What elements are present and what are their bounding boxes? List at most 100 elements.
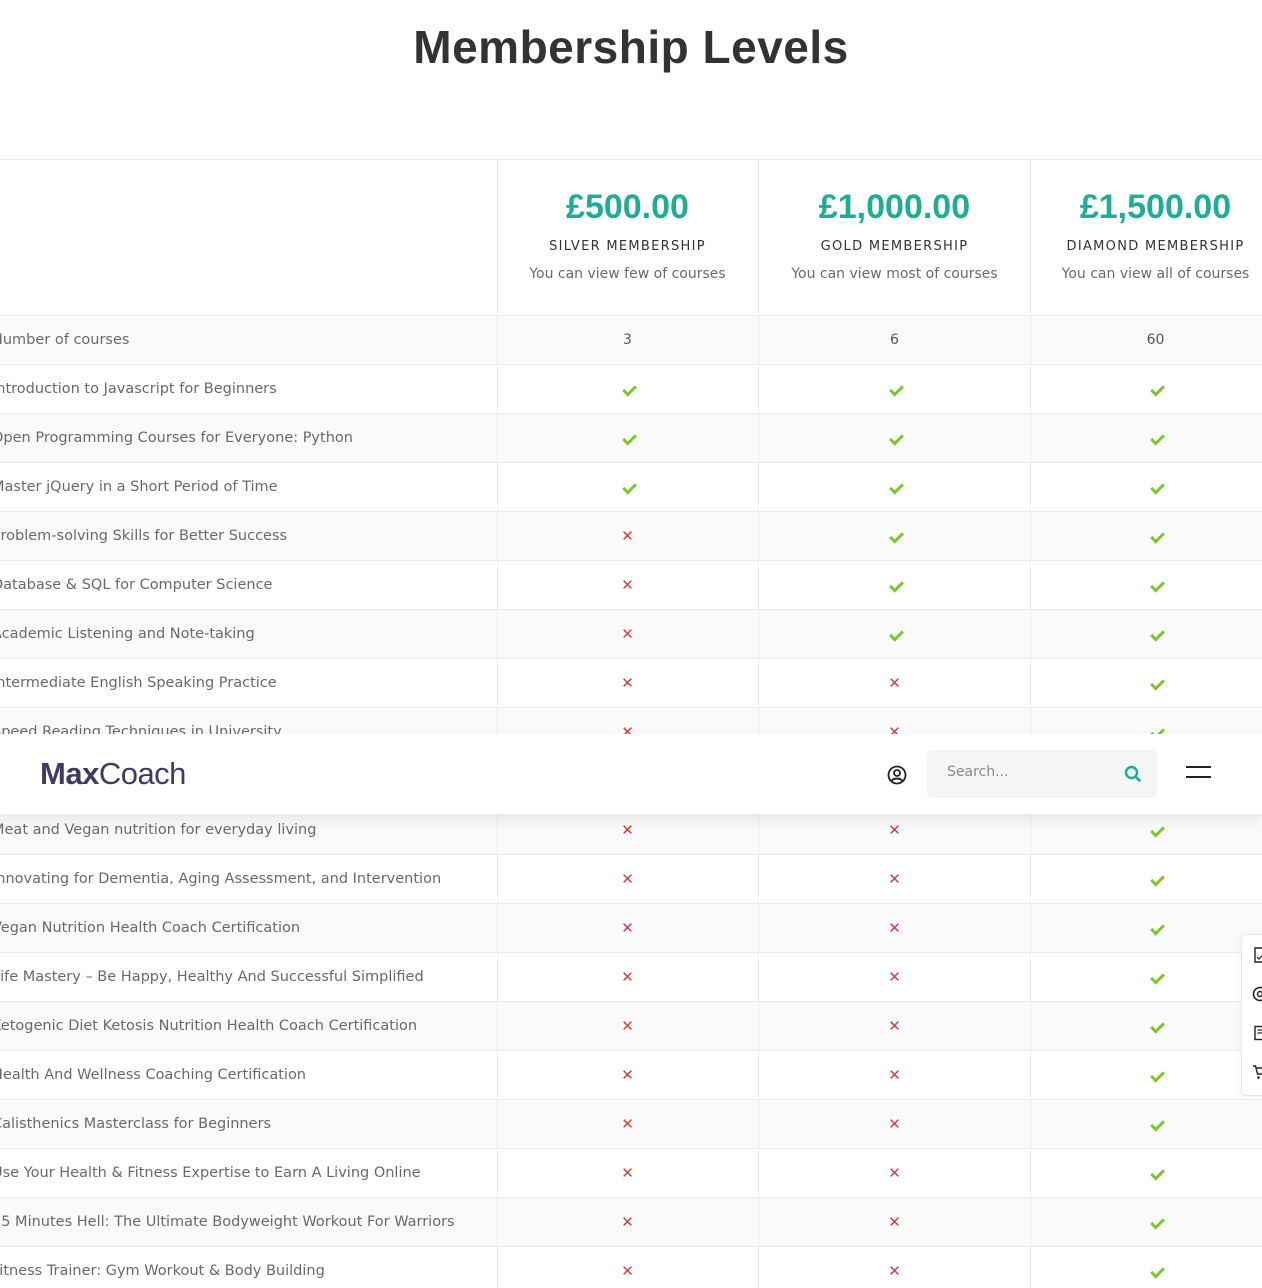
check-icon	[1149, 1167, 1163, 1177]
course-name: Calisthenics Masterclass for Beginners	[0, 1116, 272, 1132]
check-icon	[621, 481, 635, 491]
plan-value-cell	[757, 462, 1030, 512]
plan-name: DIAMOND MEMBERSHIP	[1066, 239, 1245, 254]
logo-bold-text: Max	[40, 756, 99, 791]
cross-icon: ✕	[621, 576, 634, 594]
course-name-cell: Life Mastery – Be Happy, Healthy And Suc…	[0, 952, 497, 1002]
plan-value-cell	[1029, 1050, 1262, 1100]
check-icon	[1149, 1265, 1163, 1275]
course-name-cell: Calisthenics Masterclass for Beginners	[0, 1099, 497, 1149]
cross-icon: ✕	[888, 1066, 901, 1084]
course-name: Health And Wellness Coaching Certificati…	[0, 1067, 307, 1083]
plan-value-cell: ✕	[757, 903, 1030, 953]
plan-value-cell	[1029, 364, 1262, 414]
plan-value-cell	[1029, 854, 1262, 904]
course-name-cell: Use Your Health & Fitness Expertise to E…	[0, 1148, 497, 1198]
search-icon[interactable]	[1123, 764, 1143, 784]
plan-value-cell: ✕	[496, 1148, 758, 1198]
course-name: Problem-solving Skills for Better Succes…	[0, 528, 288, 544]
plan-value-cell	[1029, 952, 1262, 1002]
user-icon[interactable]	[887, 765, 907, 785]
course-name: Open Programming Courses for Everyone: P…	[0, 430, 353, 446]
plan-name: GOLD MEMBERSHIP	[820, 239, 969, 254]
check-icon	[1149, 1069, 1163, 1079]
check-icon	[888, 383, 902, 393]
menu-icon[interactable]	[1186, 766, 1212, 782]
check-icon	[1149, 579, 1163, 589]
plan-value-cell: ✕	[757, 952, 1030, 1002]
check-icon	[1149, 1020, 1163, 1030]
check-icon	[1149, 873, 1163, 883]
plan-value-cell	[496, 413, 758, 463]
check-icon	[888, 579, 902, 589]
table-row: Innovating for Dementia, Aging Assessmen…	[0, 854, 1262, 904]
cross-icon: ✕	[621, 625, 634, 643]
cart-icon[interactable]	[1252, 1064, 1262, 1080]
check-icon	[888, 432, 902, 442]
course-name-cell: Database & SQL for Computer Science	[0, 560, 497, 610]
course-name: Life Mastery – Be Happy, Healthy And Suc…	[0, 969, 424, 985]
cross-icon: ✕	[888, 968, 901, 986]
logo-light-text: Coach	[98, 756, 187, 791]
check-icon	[1149, 677, 1163, 687]
logo[interactable]: MaxCoach	[40, 756, 186, 792]
plan-diamond: £1,500.00 DIAMOND MEMBERSHIP You can vie…	[1029, 159, 1262, 316]
plan-value-cell	[1029, 1246, 1262, 1288]
course-count: 3	[623, 332, 632, 348]
plan-value-cell	[1029, 609, 1262, 659]
plan-value-cell: ✕	[496, 1246, 758, 1288]
plan-value-cell: ✕	[757, 854, 1030, 904]
course-name: Vegan Nutrition Health Coach Certificati…	[0, 920, 301, 936]
course-name-cell: Vegan Nutrition Health Coach Certificati…	[0, 903, 497, 953]
check-icon	[1149, 824, 1163, 834]
plan-value-cell: ✕	[757, 1148, 1030, 1198]
course-name-cell: Master jQuery in a Short Period of Time	[0, 462, 497, 512]
course-name-cell: Fitness Trainer: Gym Workout & Body Buil…	[0, 1246, 497, 1288]
plan-value-cell	[1029, 658, 1262, 708]
check-icon	[1149, 383, 1163, 393]
plan-value-cell: 6	[757, 315, 1030, 365]
check-icon	[1149, 432, 1163, 442]
table-row: 15 Minutes Hell: The Ultimate Bodyweight…	[0, 1197, 1262, 1247]
table-row: Vegan Nutrition Health Coach Certificati…	[0, 903, 1262, 953]
plan-value-cell	[1029, 903, 1262, 953]
book-icon[interactable]	[1252, 1025, 1262, 1041]
search-input[interactable]	[947, 764, 1107, 780]
plan-value-cell: ✕	[496, 1099, 758, 1149]
course-name: Introduction to Javascript for Beginners	[0, 381, 277, 397]
cross-icon: ✕	[888, 1017, 901, 1035]
check-icon	[1149, 628, 1163, 638]
table-row: Database & SQL for Computer Science ✕	[0, 560, 1262, 610]
check-icon	[1149, 1118, 1163, 1128]
plan-value-cell: ✕	[757, 1050, 1030, 1100]
table-row: Master jQuery in a Short Period of Time	[0, 462, 1262, 512]
document-icon[interactable]	[1252, 947, 1262, 963]
check-icon	[888, 481, 902, 491]
cross-icon: ✕	[888, 1213, 901, 1231]
plan-value-cell: ✕	[757, 1001, 1030, 1051]
table-row: Academic Listening and Note-taking ✕	[0, 609, 1262, 659]
cross-icon: ✕	[621, 1262, 634, 1281]
membership-table-wrapper: £500.00 SILVER MEMBERSHIP You can view f…	[0, 159, 1262, 1288]
membership-table: £500.00 SILVER MEMBERSHIP You can view f…	[0, 159, 1262, 1288]
check-icon	[621, 383, 635, 393]
cross-icon: ✕	[621, 1066, 634, 1084]
side-toolbar	[1241, 934, 1262, 1096]
plan-value-cell: 60	[1029, 315, 1262, 365]
course-name-cell: Problem-solving Skills for Better Succes…	[0, 511, 497, 561]
cross-icon: ✕	[621, 1115, 634, 1133]
course-name-cell: Health And Wellness Coaching Certificati…	[0, 1050, 497, 1100]
cross-icon: ✕	[621, 1017, 634, 1035]
support-icon[interactable]	[1252, 986, 1262, 1002]
course-name-cell: Number of courses	[0, 315, 497, 365]
course-name-cell: Introduction to Javascript for Beginners	[0, 364, 497, 414]
plan-value-cell: ✕	[757, 1197, 1030, 1247]
cross-icon: ✕	[621, 968, 634, 986]
plan-description: You can view all of courses	[1061, 266, 1250, 282]
plan-value-cell	[496, 364, 758, 414]
course-name-cell: 15 Minutes Hell: The Ultimate Bodyweight…	[0, 1197, 497, 1247]
cross-icon: ✕	[621, 674, 634, 692]
check-icon	[1149, 481, 1163, 491]
cross-icon: ✕	[888, 919, 901, 937]
table-row: Use Your Health & Fitness Expertise to E…	[0, 1148, 1262, 1198]
